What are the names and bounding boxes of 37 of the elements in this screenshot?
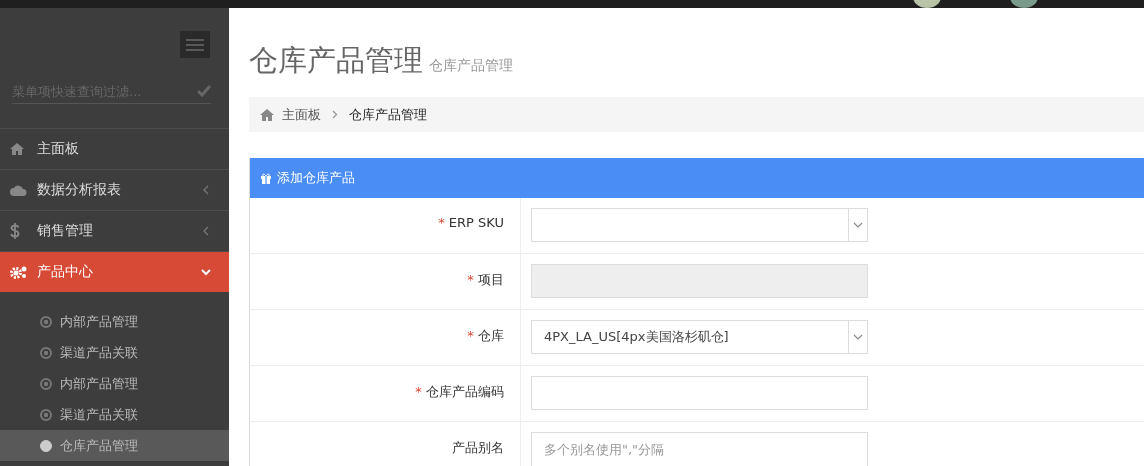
circle-dot-icon: [40, 408, 52, 421]
field-label: * 仓库产品编码: [415, 383, 504, 401]
breadcrumb-link[interactable]: 主面板: [282, 105, 321, 124]
menu-item[interactable]: 数据分析报表: [0, 170, 229, 211]
field-label: * ERP SKU: [438, 215, 504, 232]
home-icon: [260, 108, 274, 121]
page-subtitle: 仓库产品管理: [429, 57, 513, 75]
menu-item[interactable]: 产品中心: [0, 252, 229, 292]
field-label: * 仓库: [467, 327, 504, 345]
field-label: * 项目: [467, 271, 504, 289]
check-icon[interactable]: [197, 85, 211, 97]
filled-circle-icon: [40, 439, 52, 452]
textarea-field[interactable]: 多个别名使用","分隔: [531, 432, 868, 466]
submenu-item[interactable]: 渠道产品关联: [0, 337, 229, 368]
field-label: 产品别名: [452, 439, 504, 457]
cloud-icon: [10, 184, 27, 196]
input-field[interactable]: [531, 376, 868, 410]
breadcrumb-current: 仓库产品管理: [349, 105, 427, 124]
gift-icon: [260, 172, 272, 184]
caret-icon: [853, 222, 863, 228]
menu-icon[interactable]: [180, 31, 210, 58]
caret-icon: [853, 334, 863, 340]
dollar-icon: [10, 223, 20, 239]
submenu-item[interactable]: 内部产品管理: [0, 306, 229, 337]
submenu-item[interactable]: 内部产品管理: [0, 368, 229, 399]
submenu-item[interactable]: 仓库产品管理: [0, 430, 229, 461]
select-field[interactable]: 4PX_LA_US[4px美国洛杉矶仓]: [531, 320, 868, 354]
circle-dot-icon: [40, 377, 52, 390]
circle-dot-icon: [40, 346, 52, 359]
select-field[interactable]: [531, 208, 868, 242]
home-icon: [10, 143, 24, 155]
menu-item[interactable]: 主面板: [0, 129, 229, 170]
circle-dot-icon: [40, 315, 52, 328]
gears-icon: [10, 265, 28, 279]
panel-title: 添加仓库产品: [277, 169, 355, 187]
submenu-item[interactable]: 渠道产品关联: [0, 399, 229, 430]
page-title: 仓库产品管理: [249, 42, 423, 79]
